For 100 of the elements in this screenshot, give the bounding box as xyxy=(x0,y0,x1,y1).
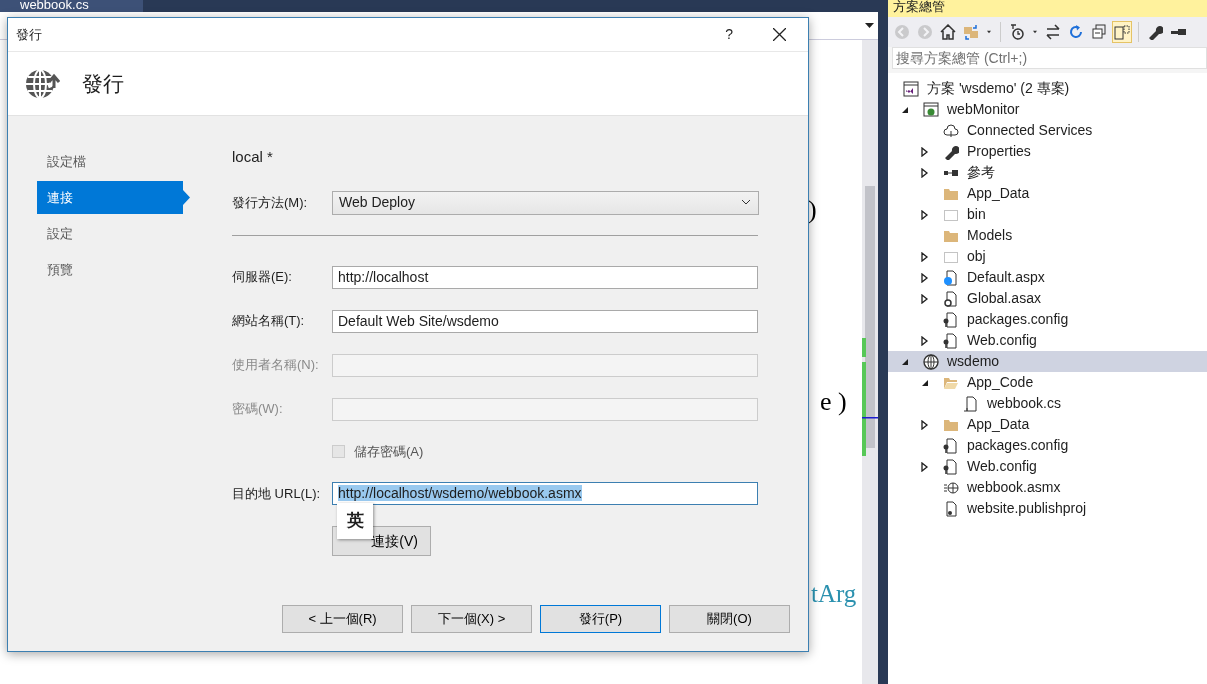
tree-item[interactable]: App_Code xyxy=(888,372,1207,393)
home-icon[interactable] xyxy=(938,21,958,43)
help-button[interactable]: ? xyxy=(725,24,733,45)
tree-label: App_Data xyxy=(967,184,1030,203)
collapsed-arrow-icon[interactable] xyxy=(921,209,929,220)
profile-name: local * xyxy=(232,147,274,167)
tree-item[interactable]: Web.config xyxy=(888,330,1207,351)
dialog-button[interactable]: 關閉(O) xyxy=(669,605,790,633)
field-label: 目的地 URL(L): xyxy=(232,484,322,503)
tree-label: Global.asax xyxy=(967,289,1041,308)
tree-label: webbook.cs xyxy=(987,394,1061,413)
tree-label: Web.config xyxy=(967,331,1037,350)
collapsed-arrow-icon[interactable] xyxy=(921,251,929,262)
collapsed-arrow-icon[interactable] xyxy=(921,167,929,178)
dialog-button[interactable]: 發行(P) xyxy=(540,605,661,633)
publish-file-icon xyxy=(943,500,959,517)
dialog-button[interactable]: < 上一個(R) xyxy=(282,605,403,633)
solution-icon xyxy=(903,80,919,97)
expanded-arrow-icon[interactable] xyxy=(901,105,909,114)
checkbox-label: 儲存密碼(A) xyxy=(354,442,424,461)
field-label: 密碼(W): xyxy=(232,400,284,419)
dropdown-arrow-icon[interactable] xyxy=(865,23,874,28)
tree-item[interactable]: website.publishproj xyxy=(888,498,1207,519)
close-icon[interactable] xyxy=(773,28,786,41)
nav-item[interactable]: 預覽 xyxy=(37,253,190,286)
nav-item[interactable]: 設定檔 xyxy=(37,145,190,178)
tree-label: bin xyxy=(967,205,986,224)
tree-item[interactable]: webbook.asmx xyxy=(888,477,1207,498)
tree-item[interactable]: App_Data xyxy=(888,414,1207,435)
tree-label: Connected Services xyxy=(967,121,1093,140)
field-label: 網站名稱(T): xyxy=(232,312,306,331)
web-page-icon xyxy=(943,269,959,286)
scroll-thumb[interactable] xyxy=(865,186,875,448)
tree-item[interactable]: 方案 'wsdemo' (2 專案) xyxy=(888,78,1207,99)
tree-item[interactable]: Properties xyxy=(888,141,1207,162)
search-field[interactable]: 搜尋方案總管 (Ctrl+;) xyxy=(892,47,1207,69)
field-label: 發行方法(M): xyxy=(232,193,309,212)
tree-item[interactable]: Models xyxy=(888,225,1207,246)
collapsed-arrow-icon[interactable] xyxy=(921,335,929,346)
config-file-icon xyxy=(943,437,959,454)
caret-icon xyxy=(742,200,750,205)
expanded-arrow-icon[interactable] xyxy=(901,357,909,366)
dropdown[interactable]: Web Deploy xyxy=(332,190,759,215)
nav-item[interactable]: 連接 xyxy=(37,181,190,214)
collapsed-arrow-icon[interactable] xyxy=(921,419,929,430)
input-field[interactable]: http://localhost xyxy=(332,265,758,289)
tree-item[interactable]: Connected Services xyxy=(888,120,1207,141)
collapsed-arrow-icon[interactable] xyxy=(921,146,929,157)
config-file-icon xyxy=(943,458,959,475)
config-file-icon xyxy=(943,311,959,328)
tree-label: 方案 'wsdemo' (2 專案) xyxy=(927,79,1070,98)
wrench-icon xyxy=(943,143,959,160)
tree-item[interactable]: webMonitor xyxy=(888,99,1207,120)
collapsed-arrow-icon[interactable] xyxy=(921,293,929,304)
ime-mode-tooltip: 英 xyxy=(337,503,373,539)
tree-item[interactable]: webbook.cs xyxy=(888,393,1207,414)
scrollbar[interactable] xyxy=(862,40,878,684)
tree-label: webbook.asmx xyxy=(967,478,1061,497)
tree-item[interactable]: packages.config xyxy=(888,435,1207,456)
tree-label: Web.config xyxy=(967,457,1037,476)
tree-label: App_Data xyxy=(967,415,1030,434)
tree-item[interactable]: obj xyxy=(888,246,1207,267)
tree-item[interactable]: Default.aspx xyxy=(888,267,1207,288)
globe-icon xyxy=(923,353,939,370)
tree-item[interactable]: 參考 xyxy=(888,162,1207,183)
input-field[interactable]: http://localhost/wsdemo/webbook.asmx xyxy=(332,482,758,505)
tree-item[interactable]: Web.config xyxy=(888,456,1207,477)
collapsed-arrow-icon[interactable] xyxy=(921,272,929,283)
tree-item[interactable]: bin xyxy=(888,204,1207,225)
panel-title: 方案總管 xyxy=(888,0,1207,17)
tree-item[interactable]: packages.config xyxy=(888,309,1207,330)
tree-label: App_Code xyxy=(967,373,1034,392)
tree-item[interactable]: Global.asax xyxy=(888,288,1207,309)
window-title: 發行 xyxy=(16,25,42,44)
tree-label: 參考 xyxy=(967,163,995,182)
dialog-button[interactable]: 下一個(X) > xyxy=(411,605,532,633)
expanded-arrow-icon[interactable] xyxy=(921,378,929,387)
tree-label: wsdemo xyxy=(947,352,1000,371)
input-field[interactable]: Default Web Site/wsdemo xyxy=(332,309,758,333)
preview-icon[interactable] xyxy=(1112,21,1132,43)
code-text: tArg xyxy=(811,579,857,609)
file-icon xyxy=(963,395,979,412)
tree-label: Default.aspx xyxy=(967,268,1045,287)
field-label: 伺服器(E): xyxy=(232,268,293,287)
gear-page-icon xyxy=(943,290,959,307)
web-project-icon xyxy=(923,101,939,118)
collapsed-arrow-icon[interactable] xyxy=(921,461,929,472)
dialog-heading: 發行 xyxy=(82,70,124,97)
field-label: 使用者名稱(N): xyxy=(232,356,320,375)
tree-label: packages.config xyxy=(967,436,1069,455)
tree-label: Models xyxy=(967,226,1013,245)
tree-label: webMonitor xyxy=(947,100,1020,119)
config-file-icon xyxy=(943,332,959,349)
tree-item[interactable]: wsdemo xyxy=(888,351,1207,372)
tree-label: Properties xyxy=(967,142,1031,161)
editor-tab[interactable]: webbook.cs xyxy=(0,0,143,12)
code-text: e ) xyxy=(820,386,847,418)
tree-label: website.publishproj xyxy=(967,499,1087,518)
tree-item[interactable]: App_Data xyxy=(888,183,1207,204)
nav-item[interactable]: 設定 xyxy=(37,217,190,250)
